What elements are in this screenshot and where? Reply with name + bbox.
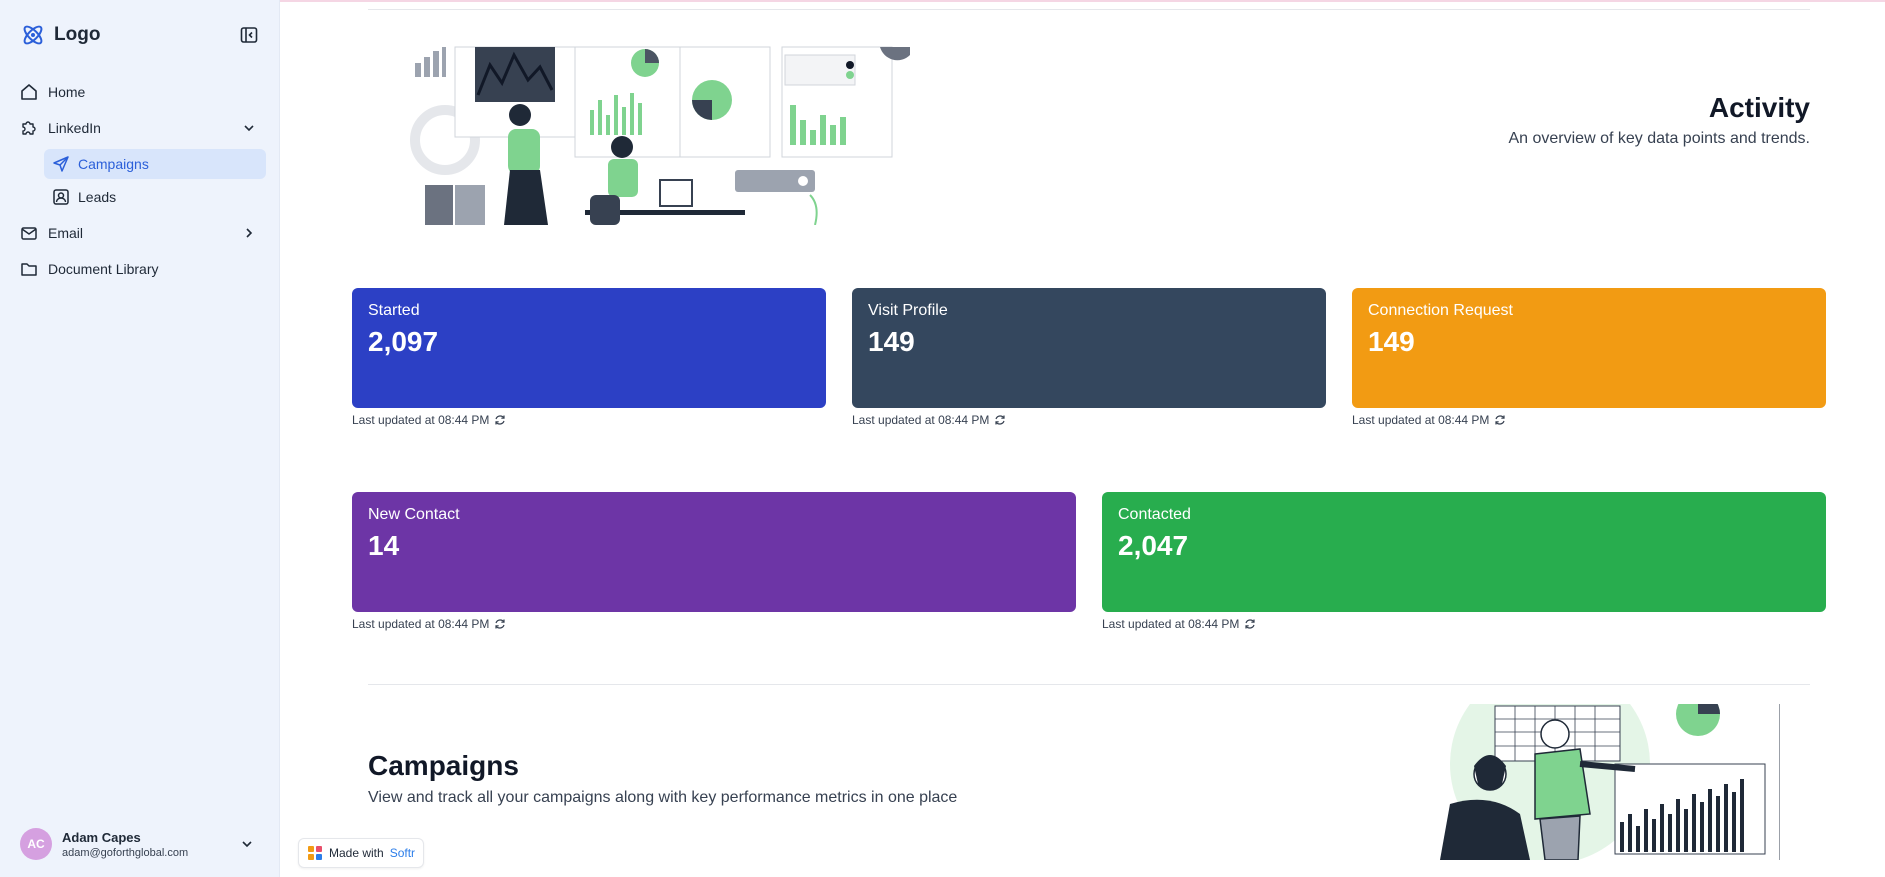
send-icon (53, 156, 69, 172)
atom-logo-icon (23, 25, 43, 45)
sidebar-item-label: Home (48, 84, 86, 100)
softr-brand-text: Softr (389, 846, 416, 860)
contact-card-icon (53, 189, 69, 205)
sidebar-item-campaigns[interactable]: Campaigns (44, 149, 266, 179)
refresh-icon[interactable] (994, 414, 1006, 426)
sidebar-item-label: Campaigns (78, 156, 149, 172)
presentation-illustration (1440, 704, 1780, 860)
activity-title: Activity (1708, 92, 1810, 123)
last-updated-text: Last updated at 08:44 PM (352, 413, 490, 427)
stat-card-visit-profile[interactable]: Visit Profile 149 (852, 288, 1326, 408)
last-updated-text: Last updated at 08:44 PM (852, 413, 990, 427)
chevron-right-icon (246, 228, 253, 238)
stat-card-started[interactable]: Started 2,097 (352, 288, 826, 408)
stat-label: Started (368, 302, 420, 319)
stat-value: 2,047 (1118, 530, 1189, 561)
divider (368, 9, 1810, 10)
stat-card-new-contact[interactable]: New Contact 14 (352, 492, 1076, 612)
campaigns-title: Campaigns (368, 750, 519, 781)
mail-icon (21, 227, 37, 240)
refresh-icon[interactable] (1244, 618, 1256, 630)
logo[interactable]: Logo (20, 22, 100, 48)
user-email: adam@goforthglobal.com (62, 846, 189, 859)
stat-value: 149 (1368, 326, 1415, 357)
last-updated: Last updated at 08:44 PM (1102, 617, 1256, 631)
refresh-icon[interactable] (494, 618, 506, 630)
sidebar-item-linkedin[interactable]: LinkedIn (0, 110, 280, 146)
refresh-icon[interactable] (1494, 414, 1506, 426)
logo-text: Logo (54, 24, 101, 45)
chevron-down-icon (242, 841, 252, 848)
stat-label: Visit Profile (868, 302, 948, 319)
sidebar-item-label: Document Library (48, 261, 159, 277)
sidebar-item-email[interactable]: Email (0, 215, 280, 251)
folder-icon (21, 263, 37, 276)
sidebar: Logo Home LinkedIn Campaigns Leads Email… (0, 0, 280, 877)
user-name: Adam Capes (62, 829, 141, 845)
sidebar-item-document-library[interactable]: Document Library (0, 251, 280, 287)
stat-label: New Contact (368, 506, 460, 523)
made-with-softr-badge[interactable]: Made with Softr (298, 838, 425, 868)
last-updated: Last updated at 08:44 PM (352, 413, 506, 427)
stat-value: 14 (368, 530, 400, 561)
stat-value: 2,097 (368, 326, 439, 357)
refresh-icon[interactable] (494, 414, 506, 426)
home-icon (21, 84, 37, 100)
sidebar-item-home[interactable]: Home (0, 74, 280, 110)
chevron-down-icon (244, 125, 254, 132)
sidebar-collapse-icon[interactable] (240, 26, 258, 44)
last-updated-text: Last updated at 08:44 PM (1352, 413, 1490, 427)
campaigns-subtitle: View and track all your campaigns along … (368, 789, 958, 806)
sidebar-item-label: Email (48, 225, 84, 241)
softr-logo-icon (308, 846, 322, 860)
stat-value: 149 (868, 326, 915, 357)
last-updated-text: Last updated at 08:44 PM (1102, 617, 1240, 631)
last-updated: Last updated at 08:44 PM (352, 617, 506, 631)
stat-card-contacted[interactable]: Contacted 2,047 (1102, 492, 1826, 612)
stat-label: Connection Request (1368, 302, 1513, 319)
sidebar-nav: Home LinkedIn Campaigns Leads Email Docu… (0, 74, 280, 287)
last-updated: Last updated at 08:44 PM (1352, 413, 1506, 427)
sidebar-item-leads[interactable]: Leads (44, 182, 266, 212)
stat-card-connection-request[interactable]: Connection Request 149 (1352, 288, 1826, 408)
made-with-text: Made with (329, 846, 384, 860)
analytics-illustration (410, 46, 910, 225)
avatar: AC (20, 828, 52, 860)
activity-subtitle: An overview of key data points and trend… (1508, 130, 1810, 147)
stat-label: Contacted (1118, 506, 1191, 523)
user-menu[interactable]: AC Adam Capes adam@goforthglobal.com (20, 824, 260, 864)
top-accent-line (0, 0, 1885, 2)
sidebar-item-label: Leads (78, 189, 117, 205)
puzzle-icon (22, 121, 36, 135)
divider (368, 684, 1810, 685)
last-updated: Last updated at 08:44 PM (852, 413, 1006, 427)
last-updated-text: Last updated at 08:44 PM (352, 617, 490, 631)
sidebar-item-label: LinkedIn (48, 120, 101, 136)
